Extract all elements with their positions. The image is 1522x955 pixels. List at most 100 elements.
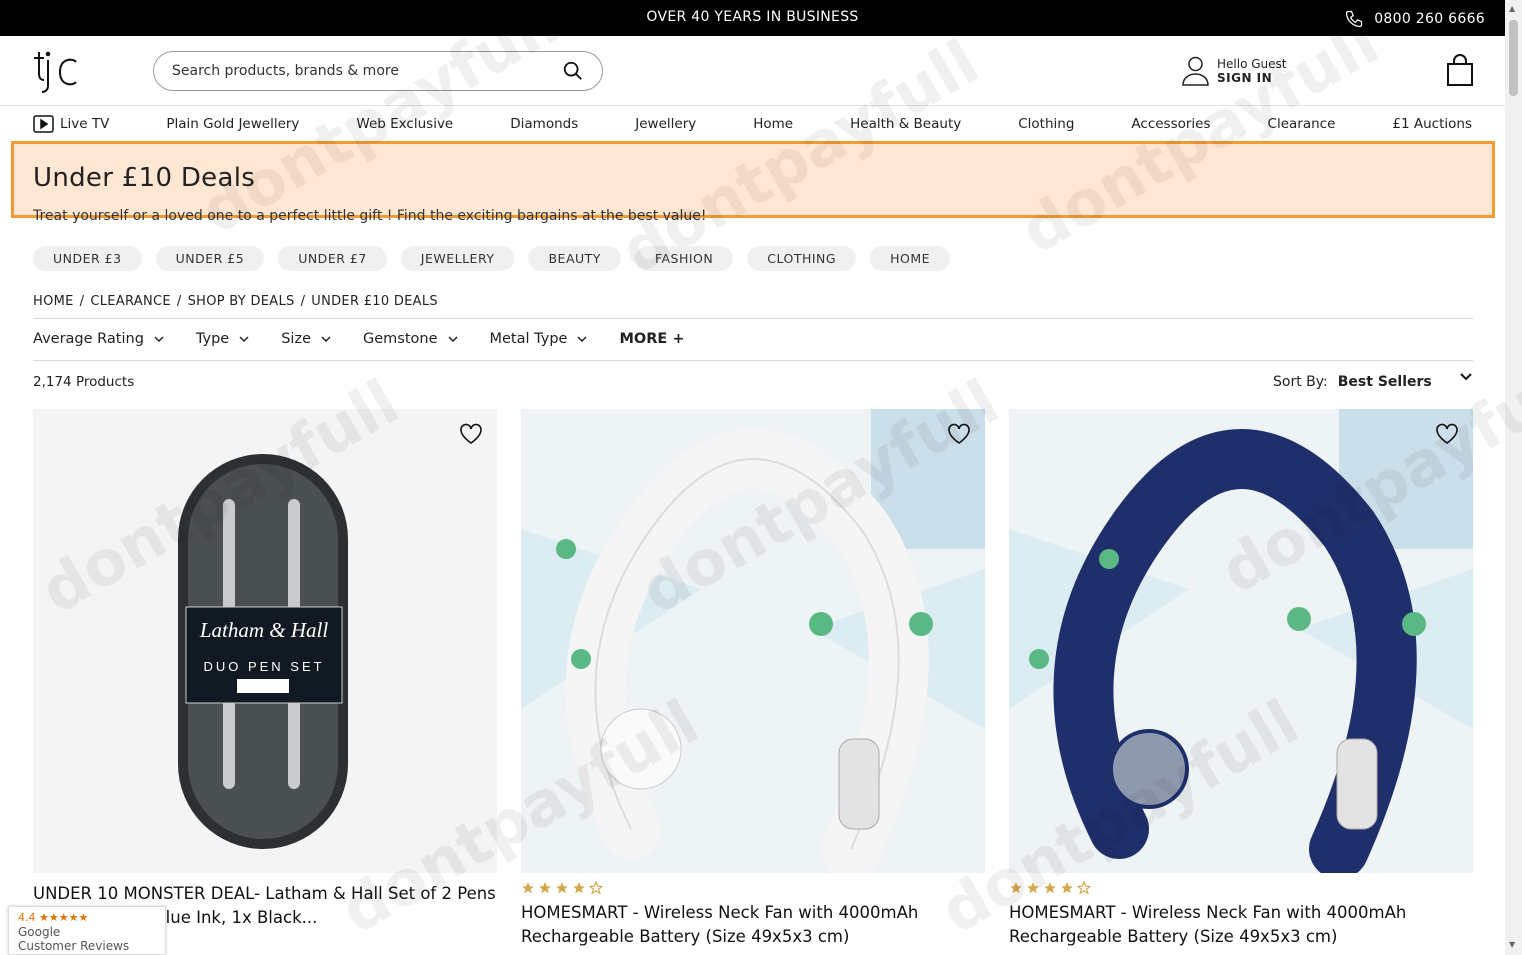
breadcrumb-separator: /	[300, 294, 306, 309]
nav-label[interactable]: £1 Auctions	[1392, 116, 1472, 132]
sign-in-link[interactable]: SIGN IN	[1217, 71, 1286, 85]
nav-item-auctions[interactable]: £1 Auctions	[1392, 116, 1472, 132]
quick-filter-chips: UNDER £3 UNDER £5 UNDER £7 JEWELLERY BEA…	[33, 246, 951, 271]
nav-item-plain-gold-jewellery[interactable]: Plain Gold Jewellery	[166, 116, 299, 132]
filter-gemstone[interactable]: Gemstone	[363, 331, 458, 347]
nav-label[interactable]: Plain Gold Jewellery	[166, 116, 299, 132]
chip-home[interactable]: HOME	[870, 246, 951, 271]
chevron-down-icon	[154, 336, 164, 342]
nav-label[interactable]: Health & Beauty	[850, 116, 961, 132]
star-empty-icon	[589, 881, 603, 895]
chip-under-3[interactable]: UNDER £3	[33, 246, 142, 271]
site-header: Search products, brands & more Hello Gue…	[0, 36, 1505, 106]
product-card[interactable]: HOMESMART - Wireless Neck Fan with 4000m…	[521, 409, 985, 949]
chevron-down-icon	[321, 336, 331, 342]
product-image[interactable]	[521, 409, 985, 873]
breadcrumb-separator: /	[176, 294, 182, 309]
filter-type[interactable]: Type	[196, 331, 249, 347]
nav-item-web-exclusive[interactable]: Web Exclusive	[356, 116, 453, 132]
user-icon	[1182, 56, 1209, 86]
product-card[interactable]: HOMESMART - Wireless Neck Fan with 4000m…	[1009, 409, 1473, 949]
nav-label[interactable]: Jewellery	[635, 116, 696, 132]
scrollbar-thumb[interactable]	[1509, 20, 1518, 96]
chip-beauty[interactable]: BEAUTY	[528, 246, 621, 271]
filter-label[interactable]: Gemstone	[363, 331, 438, 347]
nav-item-home[interactable]: Home	[753, 116, 793, 132]
filter-metal-type[interactable]: Metal Type	[490, 331, 588, 347]
nav-item-diamonds[interactable]: Diamonds	[510, 116, 578, 132]
google-reviews-badge[interactable]: 4.4 ★★★★★ Google Customer Reviews	[8, 906, 166, 955]
filter-label[interactable]: Type	[196, 331, 229, 347]
filter-label[interactable]: Metal Type	[490, 331, 568, 347]
star-rating	[1009, 881, 1473, 897]
search-bar[interactable]: Search products, brands & more	[153, 51, 603, 91]
phone-number[interactable]: 0800 260 6666	[1374, 11, 1485, 27]
scroll-down-arrow-icon[interactable]: ▼	[1509, 940, 1515, 949]
filter-bar: Average Rating Type Size Gemstone Metal …	[33, 331, 684, 347]
breadcrumb-separator: /	[79, 294, 85, 309]
account-link[interactable]: Hello Guest SIGN IN	[1182, 56, 1286, 86]
chip-under-7[interactable]: UNDER £7	[278, 246, 387, 271]
breadcrumb: HOME / CLEARANCE / SHOP BY DEALS / UNDER £1…	[33, 294, 438, 309]
play-icon	[33, 115, 54, 133]
star-filled-icon	[1010, 882, 1022, 894]
chip-under-5[interactable]: UNDER £5	[155, 246, 265, 271]
nav-label[interactable]: Clothing	[1018, 116, 1074, 132]
breadcrumb-current: UNDER £10 DEALS	[311, 294, 438, 309]
product-title[interactable]: HOMESMART - Wireless Neck Fan with 4000m…	[521, 901, 985, 949]
sort-dropdown[interactable]: Sort By: Best Sellers	[1273, 374, 1432, 390]
product-card[interactable]: Latham & Hall DUO PEN SET UNDER 10 MONST…	[33, 409, 497, 930]
pen-set-text: DUO PEN SET	[203, 659, 324, 674]
shopping-bag-button[interactable]	[1446, 54, 1474, 90]
divider	[33, 360, 1473, 361]
chip-jewellery[interactable]: JEWELLERY	[400, 246, 515, 271]
wishlist-heart-icon[interactable]	[947, 423, 971, 445]
nav-label[interactable]: Home	[753, 116, 793, 132]
star-empty-icon	[1077, 881, 1091, 895]
shopping-bag-icon	[1447, 54, 1473, 86]
announcement-text: OVER 40 YEARS IN BUSINESS	[646, 9, 859, 25]
product-count: 2,174 Products	[33, 374, 135, 390]
nav-label[interactable]: Live TV	[60, 116, 109, 132]
breadcrumb-home[interactable]: HOME	[33, 294, 74, 309]
nav-item-jewellery[interactable]: Jewellery	[635, 116, 696, 132]
search-input[interactable]: Search products, brands & more	[172, 63, 562, 79]
chip-clothing[interactable]: CLOTHING	[747, 246, 857, 271]
tjc-logo[interactable]	[32, 50, 80, 94]
nav-item-clothing[interactable]: Clothing	[1018, 116, 1074, 132]
product-image[interactable]	[1009, 409, 1473, 873]
nav-label[interactable]: Accessories	[1131, 116, 1210, 132]
breadcrumb-clearance[interactable]: CLEARANCE	[90, 294, 171, 309]
nav-label[interactable]: Web Exclusive	[356, 116, 453, 132]
scroll-up-arrow-icon[interactable]: ▲	[1509, 4, 1515, 13]
breadcrumb-shop-by-deals[interactable]: SHOP BY DEALS	[188, 294, 295, 309]
nav-item-live-tv[interactable]: Live TV	[33, 115, 109, 133]
nav-item-accessories[interactable]: Accessories	[1131, 116, 1210, 132]
wishlist-heart-icon[interactable]	[1435, 423, 1459, 445]
filter-more-button[interactable]: MORE +	[619, 331, 684, 347]
star-filled-icon	[556, 882, 568, 894]
pen-brand-text: Latham & Hall	[199, 618, 329, 642]
search-icon[interactable]	[562, 60, 584, 82]
phone-icon	[1346, 10, 1363, 28]
page-title: Under £10 Deals	[33, 163, 256, 193]
sort-label: Sort By:	[1273, 374, 1328, 390]
star-filled-icon	[539, 882, 551, 894]
filter-label[interactable]: Average Rating	[33, 331, 144, 347]
nav-label[interactable]: Clearance	[1268, 116, 1336, 132]
nav-item-health-beauty[interactable]: Health & Beauty	[850, 116, 961, 132]
chevron-down-icon	[447, 336, 458, 342]
sort-value[interactable]: Best Sellers	[1338, 374, 1432, 390]
phone-contact[interactable]: 0800 260 6666	[1344, 9, 1485, 29]
wishlist-heart-icon[interactable]	[459, 423, 483, 445]
vertical-scrollbar[interactable]: ▲ ▼	[1505, 0, 1522, 955]
filter-size[interactable]: Size	[281, 331, 331, 347]
product-title[interactable]: HOMESMART - Wireless Neck Fan with 4000m…	[1009, 901, 1473, 949]
product-image[interactable]: Latham & Hall DUO PEN SET	[33, 409, 497, 873]
chevron-down-icon[interactable]	[1459, 372, 1473, 382]
nav-label[interactable]: Diamonds	[510, 116, 578, 132]
chip-fashion[interactable]: FASHION	[634, 246, 734, 271]
nav-item-clearance[interactable]: Clearance	[1268, 116, 1336, 132]
filter-label[interactable]: Size	[281, 331, 311, 347]
filter-average-rating[interactable]: Average Rating	[33, 331, 164, 347]
